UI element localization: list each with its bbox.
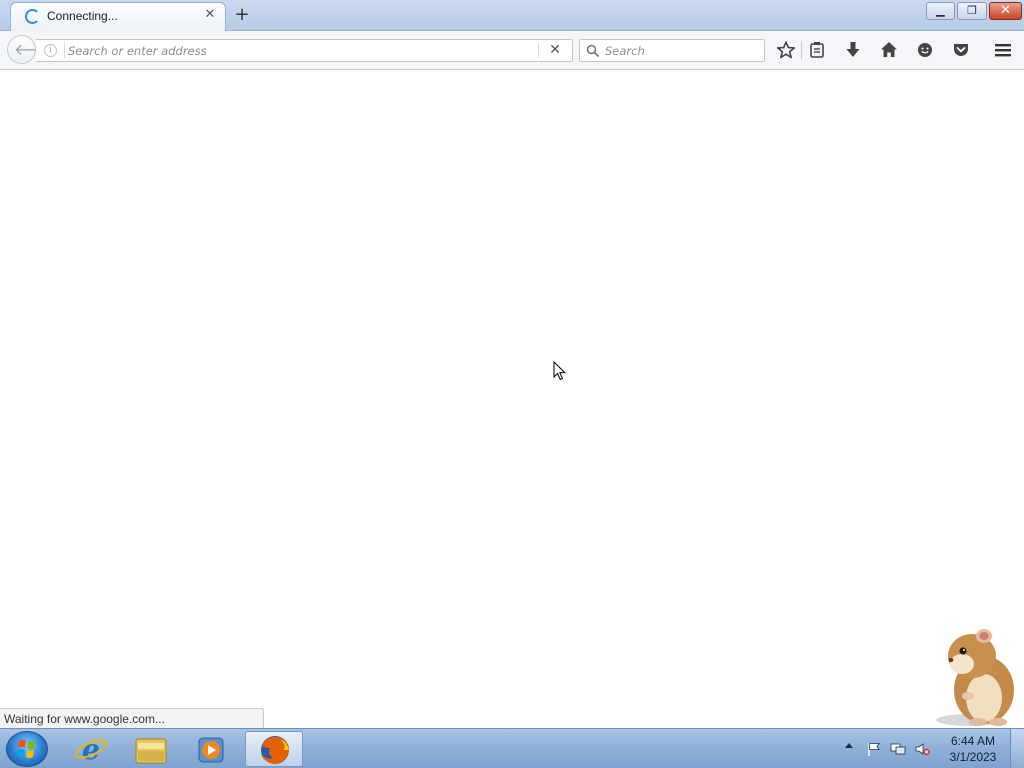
- new-tab-button[interactable]: +: [232, 5, 252, 25]
- minimize-button[interactable]: ▁: [926, 2, 955, 20]
- internet-explorer-icon: e: [75, 733, 107, 766]
- search-input[interactable]: [605, 42, 755, 59]
- screen: Connecting... ✕ + ▁ ❐ ✕ 🡐 i ✕: [0, 0, 1024, 768]
- browser-tab[interactable]: Connecting... ✕: [10, 2, 226, 31]
- show-hidden-icons-icon[interactable]: [845, 743, 853, 748]
- restore-icon: ❐: [967, 4, 977, 17]
- search-bar[interactable]: [579, 39, 765, 62]
- page-content: [0, 71, 1024, 728]
- hello-chat-icon[interactable]: [914, 39, 936, 61]
- clock-date: 3/1/2023: [949, 750, 997, 764]
- reading-list-icon[interactable]: [806, 39, 828, 61]
- start-button[interactable]: [6, 731, 48, 767]
- firefox-icon: [261, 736, 289, 764]
- address-bar[interactable]: i ✕: [36, 39, 573, 62]
- network-icon[interactable]: [890, 741, 906, 757]
- taskbar-firefox[interactable]: [245, 731, 303, 767]
- status-text: Waiting for www.google.com...: [4, 712, 165, 726]
- back-button[interactable]: 🡐: [7, 35, 57, 64]
- loading-spinner-icon: [25, 9, 40, 24]
- close-icon: ✕: [1000, 3, 1011, 18]
- system-clock[interactable]: 6:44 AM 3/1/2023: [942, 733, 1004, 765]
- folder-icon: [135, 738, 167, 764]
- speaker-muted-icon[interactable]: [914, 741, 930, 757]
- site-info-icon[interactable]: i: [44, 44, 57, 57]
- toolbar-divider: [801, 41, 802, 59]
- home-icon[interactable]: [878, 39, 900, 61]
- search-icon: [586, 44, 600, 58]
- browser-titlebar: Connecting... ✕ + ▁ ❐ ✕: [0, 0, 1024, 31]
- pocket-icon[interactable]: [950, 39, 972, 61]
- windows-logo-icon: [17, 740, 35, 758]
- action-center-flag-icon[interactable]: [866, 741, 882, 757]
- hamster-mascot-image: [936, 629, 1014, 726]
- taskbar-internet-explorer[interactable]: e: [62, 731, 120, 767]
- bookmark-star-icon[interactable]: [775, 39, 797, 61]
- tab-close-icon[interactable]: ✕: [203, 8, 217, 22]
- svg-text:e: e: [82, 733, 100, 766]
- navigation-toolbar: 🡐 i ✕: [0, 31, 1024, 70]
- mouse-cursor-icon: [553, 361, 567, 381]
- taskbar-media-player[interactable]: [182, 731, 240, 767]
- media-player-icon: [198, 737, 224, 763]
- divider: [64, 43, 65, 58]
- taskbar-file-explorer[interactable]: [122, 731, 180, 767]
- restore-button[interactable]: ❐: [957, 2, 987, 20]
- windows-taskbar: e 6:44 AM 3/1/2023: [0, 728, 1024, 768]
- status-panel: Waiting for www.google.com...: [0, 708, 264, 728]
- address-input[interactable]: [68, 42, 528, 59]
- stop-loading-icon[interactable]: ✕: [546, 42, 564, 59]
- hamburger-menu-icon[interactable]: [992, 39, 1014, 61]
- show-desktop-button[interactable]: [1010, 729, 1024, 768]
- divider: [538, 43, 539, 58]
- download-icon[interactable]: [842, 39, 864, 61]
- clock-time: 6:44 AM: [950, 734, 996, 748]
- minimize-icon: ▁: [936, 4, 945, 17]
- close-window-button[interactable]: ✕: [989, 2, 1022, 20]
- tab-title: Connecting...: [47, 9, 118, 23]
